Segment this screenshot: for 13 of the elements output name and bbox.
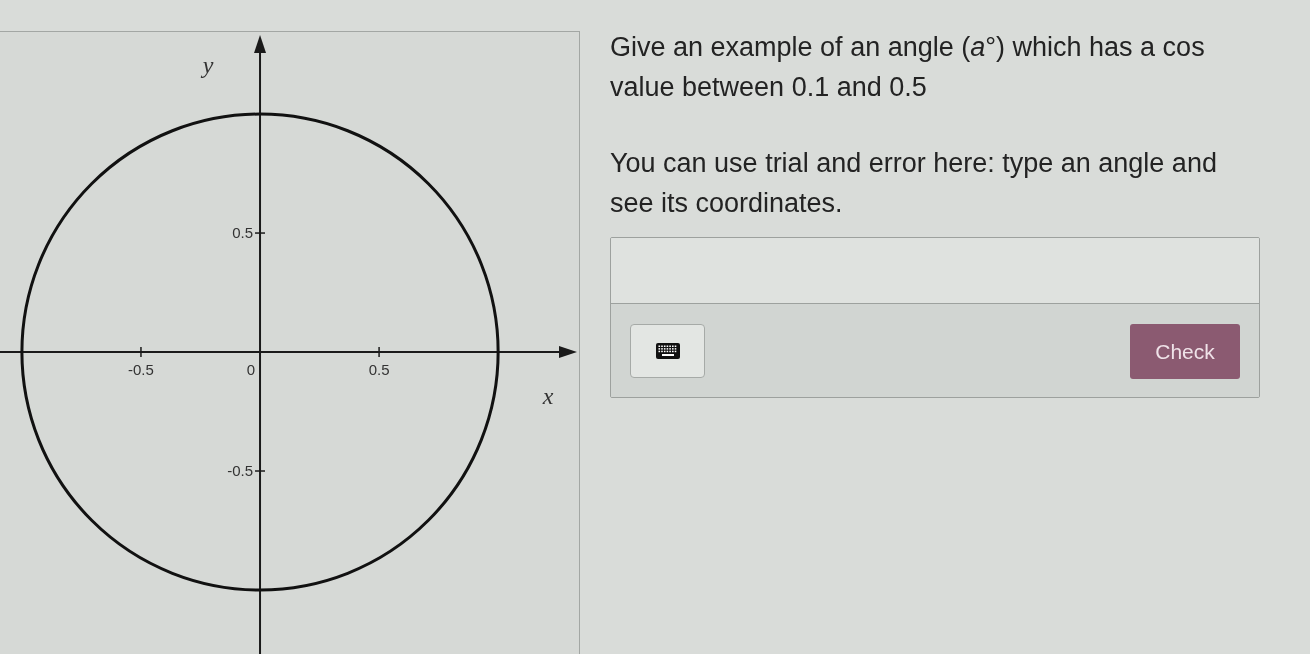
- origin-label: 0: [246, 361, 255, 378]
- y-axis-label: y: [202, 52, 214, 78]
- keyboard-icon: [655, 343, 680, 359]
- question-text: Give an example of an angle (a°) which has a cos value between 0.1 and 0.5: [610, 31, 1206, 104]
- check-button[interactable]: Check: [1130, 324, 1240, 379]
- answer-input[interactable]: [611, 238, 1259, 304]
- keyboard-button[interactable]: [630, 324, 705, 378]
- tick-label: 0.5: [368, 361, 390, 378]
- tick-label: -0.5: [128, 361, 154, 378]
- tick-label: -0.5: [227, 462, 253, 479]
- tick-label: 0.5: [232, 224, 253, 242]
- hint-text: You can use trial and error here: type an angle and see its coordinates.: [610, 147, 1218, 220]
- x-axis-label: x: [542, 383, 554, 409]
